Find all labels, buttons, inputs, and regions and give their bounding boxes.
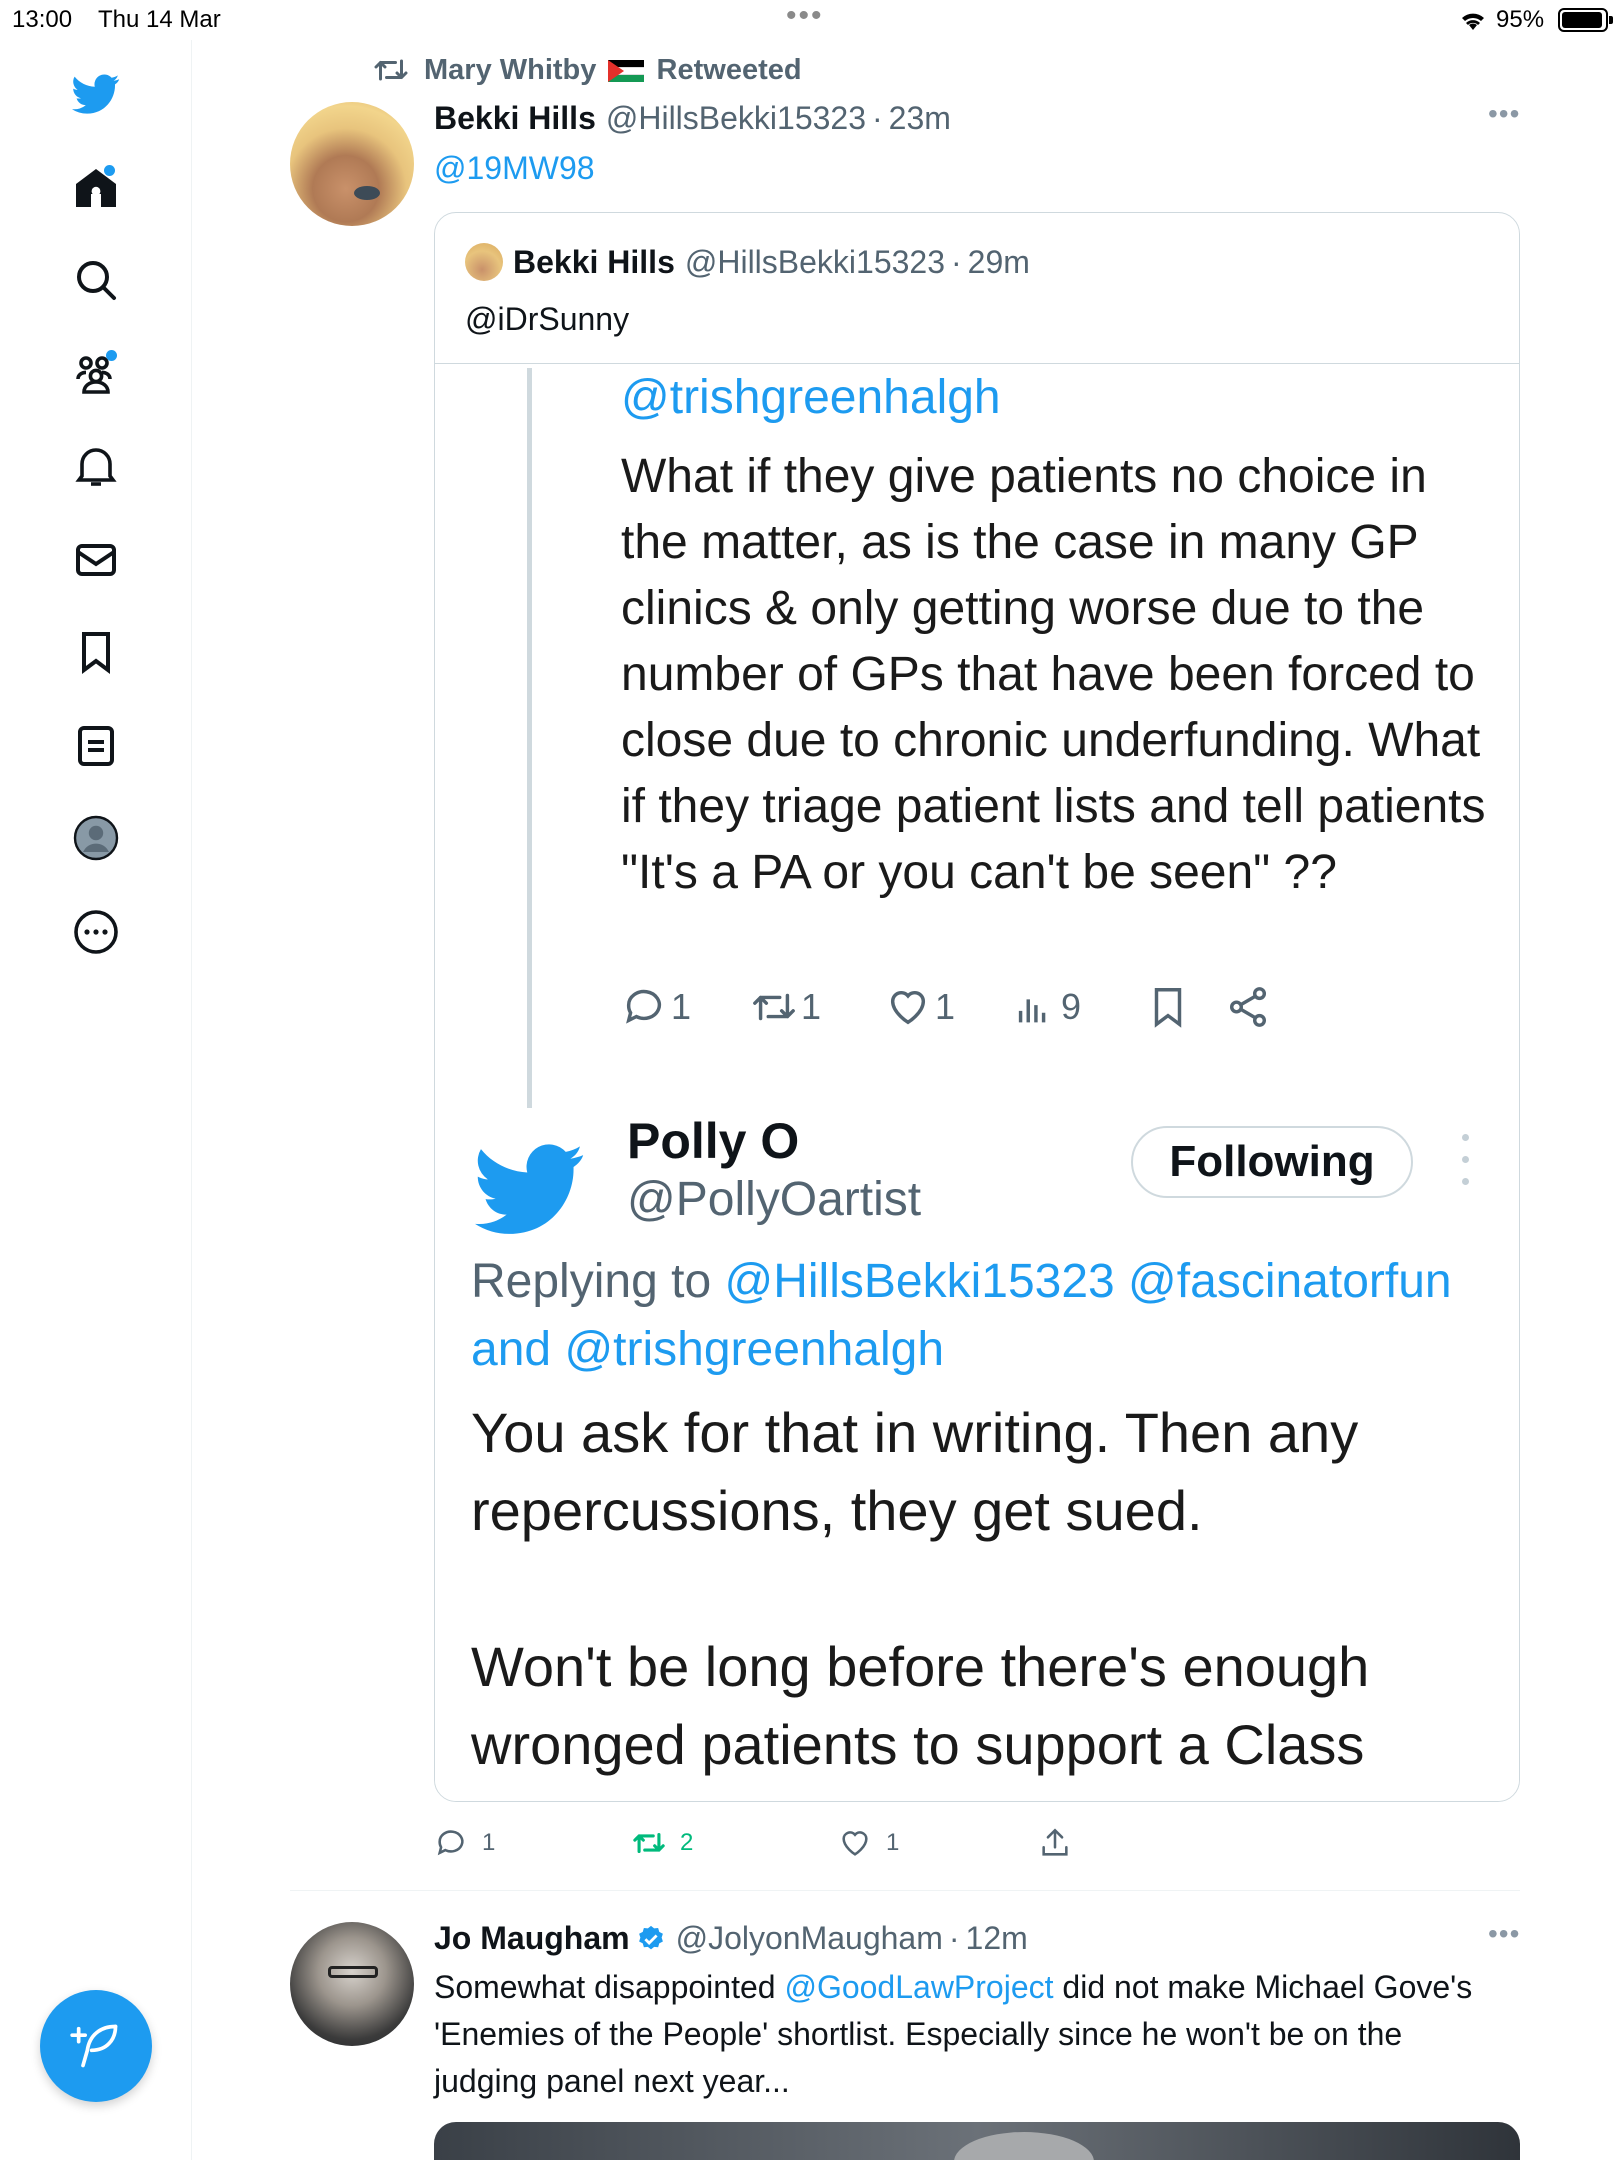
quoted-tweet-screenshot-image[interactable]: @trishgreenhalgh What if they give patie… bbox=[435, 363, 1519, 1801]
screenshot-views-stat: 9 bbox=[1011, 984, 1081, 1030]
reply-icon bbox=[626, 989, 662, 1024]
verified-badge-icon bbox=[638, 1925, 663, 1949]
retweet-button[interactable]: 2 bbox=[632, 1826, 693, 1860]
screenshot-like-stat: 1 bbox=[885, 984, 955, 1030]
messages-icon[interactable] bbox=[66, 530, 126, 590]
retweeted-by-name[interactable]: Mary Whitby bbox=[424, 54, 596, 86]
retweet-context[interactable]: Mary Whitby Retweeted bbox=[372, 50, 802, 90]
notifications-icon[interactable] bbox=[66, 436, 126, 496]
reply-count: 1 bbox=[482, 1829, 496, 1856]
tweet-header: Jo Maugham @JolyonMaugham · 12m bbox=[434, 1920, 1028, 1957]
tweet-author-avatar[interactable] bbox=[290, 102, 414, 226]
sidebar bbox=[0, 40, 192, 2160]
retweet-icon bbox=[633, 1832, 665, 1854]
thread-line bbox=[527, 368, 532, 1108]
quoted-tweet-text: @iDrSunny bbox=[465, 301, 630, 337]
screenshot-tweet-text: What if they give patients no choice in … bbox=[621, 450, 1486, 899]
tweet-mention-link[interactable]: @19MW98 bbox=[434, 150, 595, 186]
status-date: Thu 14 Mar bbox=[98, 6, 221, 33]
quoted-tweet-card[interactable]: Bekki Hills @HillsBekki15323 · 29m @iDrS… bbox=[434, 212, 1520, 1802]
palestine-flag-emoji bbox=[608, 59, 645, 82]
heart-icon bbox=[842, 1831, 868, 1856]
screenshot-bookmark-icon bbox=[1145, 984, 1191, 1030]
lists-icon[interactable] bbox=[66, 716, 126, 776]
tweet-text: Somewhat disappointed @GoodLawProject di… bbox=[434, 1969, 1473, 2099]
compose-feather-icon bbox=[70, 2024, 118, 2068]
screenshot-reply-stat: 1 bbox=[621, 984, 691, 1030]
status-time: 13:00 bbox=[12, 6, 73, 33]
views-icon bbox=[1018, 999, 1046, 1023]
tweet-time[interactable]: 12m bbox=[966, 1920, 1028, 1957]
quoted-author-avatar bbox=[465, 243, 503, 281]
tweet-more-options-icon[interactable]: ••• bbox=[1488, 98, 1520, 130]
screenshot-mention: @trishgreenhalgh bbox=[621, 371, 1001, 424]
tweet-time[interactable]: 23m bbox=[889, 100, 951, 137]
screenshot-following-button: Following bbox=[1131, 1126, 1413, 1198]
tweet-author-name[interactable]: Jo Maugham bbox=[434, 1920, 630, 1957]
home-icon[interactable] bbox=[66, 158, 126, 218]
communities-icon[interactable] bbox=[66, 344, 126, 404]
tweet-more-options-icon[interactable]: ••• bbox=[1488, 1918, 1520, 1950]
screenshot-replying-to: Replying to @HillsBekki15323 @fascinator… bbox=[471, 1255, 1452, 1376]
profile-icon[interactable] bbox=[66, 808, 126, 868]
screenshot-reply-text: You ask for that in writing. Then any re… bbox=[471, 1401, 1370, 1776]
retweet-icon bbox=[753, 993, 795, 1021]
tweet-author-name[interactable]: Bekki Hills bbox=[434, 100, 596, 137]
heart-icon bbox=[890, 990, 926, 1025]
twitter-logo-icon[interactable] bbox=[66, 64, 126, 124]
bookmarks-icon[interactable] bbox=[66, 622, 126, 682]
communities-notification-dot bbox=[106, 350, 117, 361]
more-icon[interactable] bbox=[66, 902, 126, 962]
screenshot-more-vertical-icon bbox=[1459, 1134, 1471, 1190]
search-icon[interactable] bbox=[66, 250, 126, 310]
quoted-tweet-time: 29m bbox=[967, 243, 1030, 280]
screenshot-retweet-stat: 1 bbox=[751, 984, 821, 1030]
tweet-media-image[interactable] bbox=[434, 2122, 1520, 2160]
tweet-header: Bekki Hills @HillsBekki15323 · 23m bbox=[434, 100, 951, 137]
multitasking-dots-icon[interactable]: ••• bbox=[786, 1, 824, 31]
battery-percent: 95% bbox=[1496, 6, 1545, 33]
quoted-author-name: Bekki Hills bbox=[513, 243, 675, 280]
screenshot-reply-author-name: Polly O bbox=[627, 1113, 800, 1169]
screenshot-action-bar: 1 1 1 9 bbox=[621, 984, 1481, 1044]
retweeted-label: Retweeted bbox=[656, 53, 802, 86]
wifi-icon bbox=[1458, 8, 1488, 39]
share-button[interactable] bbox=[1038, 1826, 1072, 1860]
quoted-tweet-header: Bekki Hills @HillsBekki15323 · 29m bbox=[465, 243, 1030, 281]
quoted-author-handle: @HillsBekki15323 bbox=[684, 243, 946, 280]
reply-icon bbox=[437, 1830, 464, 1856]
home-notification-dot bbox=[104, 165, 115, 176]
battery-icon bbox=[1558, 8, 1613, 32]
tweet-mention-link[interactable]: @GoodLawProject bbox=[784, 1969, 1053, 2005]
tweet-author-handle[interactable]: @JolyonMaugham bbox=[676, 1920, 943, 1957]
polly-avatar-twitter-bird-icon bbox=[475, 1134, 585, 1244]
like-count: 1 bbox=[886, 1829, 900, 1856]
reply-button[interactable]: 1 bbox=[434, 1826, 495, 1860]
share-icon bbox=[1042, 1828, 1068, 1856]
status-bar: 13:00 Thu 14 Mar ••• 95% bbox=[0, 0, 1620, 40]
retweet-icon bbox=[374, 59, 408, 81]
screenshot-reply-author-handle: @PollyOartist bbox=[627, 1173, 922, 1226]
like-button[interactable]: 1 bbox=[838, 1826, 899, 1860]
retweet-count: 2 bbox=[680, 1829, 694, 1856]
tweet-author-handle[interactable]: @HillsBekki15323 bbox=[606, 100, 866, 137]
jo-maugham-avatar[interactable] bbox=[290, 1922, 414, 2046]
tweet-action-bar: 1 2 1 bbox=[434, 1826, 1134, 1866]
tweet-text: @19MW98 bbox=[434, 150, 595, 187]
compose-tweet-button[interactable] bbox=[40, 1990, 152, 2102]
tweet-divider bbox=[290, 1890, 1520, 1891]
screenshot-share-icon bbox=[1225, 984, 1271, 1030]
